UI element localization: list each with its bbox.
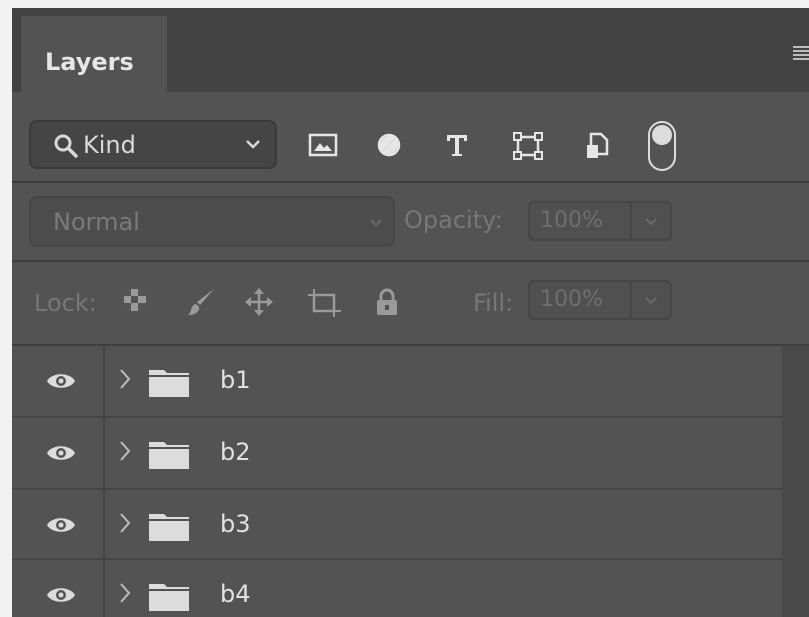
folder-icon [149, 584, 189, 611]
layers-panel: Layers Kind Normal Opacity: 100% Lock: F… [12, 8, 809, 617]
blend-mode-dropdown[interactable]: Normal [29, 196, 395, 247]
filter-kind-dropdown[interactable]: Kind [29, 120, 277, 169]
divider [12, 260, 809, 262]
lock-transparent-pixels-icon[interactable] [122, 287, 148, 313]
filter-kind-label: Kind [83, 131, 136, 159]
chevron-right-icon[interactable] [119, 582, 131, 604]
eye-icon[interactable] [46, 585, 76, 605]
folder-icon [149, 370, 189, 397]
layer-row[interactable]: b1 [12, 346, 782, 416]
scrollbar[interactable] [782, 346, 809, 617]
adjustment-filter-icon[interactable] [376, 132, 402, 158]
panel-tab-bar: Layers [12, 8, 809, 92]
layer-name[interactable]: b4 [220, 580, 251, 608]
chevron-down-icon[interactable] [644, 296, 658, 306]
folder-icon [149, 514, 189, 541]
panel-menu-icon[interactable] [793, 46, 809, 60]
divider [103, 490, 105, 560]
chevron-down-icon [246, 140, 260, 149]
chevron-down-icon [370, 219, 382, 227]
layer-name[interactable]: b2 [220, 438, 251, 466]
divider [630, 203, 632, 239]
layer-name[interactable]: b1 [220, 366, 251, 394]
layer-row[interactable]: b2 [12, 418, 782, 488]
lock-position-icon[interactable] [244, 287, 274, 317]
image-filter-icon[interactable] [308, 132, 338, 158]
eye-icon[interactable] [46, 443, 76, 463]
search-icon [54, 134, 78, 158]
divider [12, 181, 809, 183]
layer-name[interactable]: b3 [220, 510, 251, 538]
divider [103, 346, 105, 416]
lock-image-pixels-icon[interactable] [186, 287, 216, 317]
chevron-right-icon[interactable] [119, 368, 131, 390]
fill-input[interactable]: 100% [528, 280, 672, 320]
opacity-value: 100% [540, 208, 603, 233]
blend-mode-label: Normal [53, 208, 140, 236]
toggle-knob [652, 125, 672, 145]
lock-artboard-icon[interactable] [308, 287, 342, 317]
eye-icon[interactable] [46, 515, 76, 535]
eye-icon[interactable] [46, 371, 76, 391]
type-filter-icon[interactable] [444, 132, 470, 158]
chevron-right-icon[interactable] [119, 440, 131, 462]
tab-layers[interactable]: Layers [21, 16, 167, 92]
layer-row[interactable]: b3 [12, 490, 782, 560]
filter-toggle-switch[interactable] [648, 121, 676, 171]
opacity-input[interactable]: 100% [528, 201, 672, 241]
divider [103, 418, 105, 488]
lock-label: Lock: [34, 289, 97, 317]
chevron-right-icon[interactable] [119, 512, 131, 534]
smart-object-filter-icon[interactable] [584, 132, 610, 160]
lock-all-icon[interactable] [374, 287, 400, 317]
opacity-label: Opacity: [404, 206, 503, 234]
divider [630, 282, 632, 318]
chevron-down-icon[interactable] [644, 217, 658, 227]
fill-value: 100% [540, 287, 603, 312]
fill-label: Fill: [473, 289, 514, 317]
tab-layers-label: Layers [45, 48, 134, 76]
layer-row[interactable]: b4 [12, 560, 782, 617]
shape-filter-icon[interactable] [513, 132, 543, 160]
divider [103, 560, 105, 617]
folder-icon [149, 442, 189, 469]
